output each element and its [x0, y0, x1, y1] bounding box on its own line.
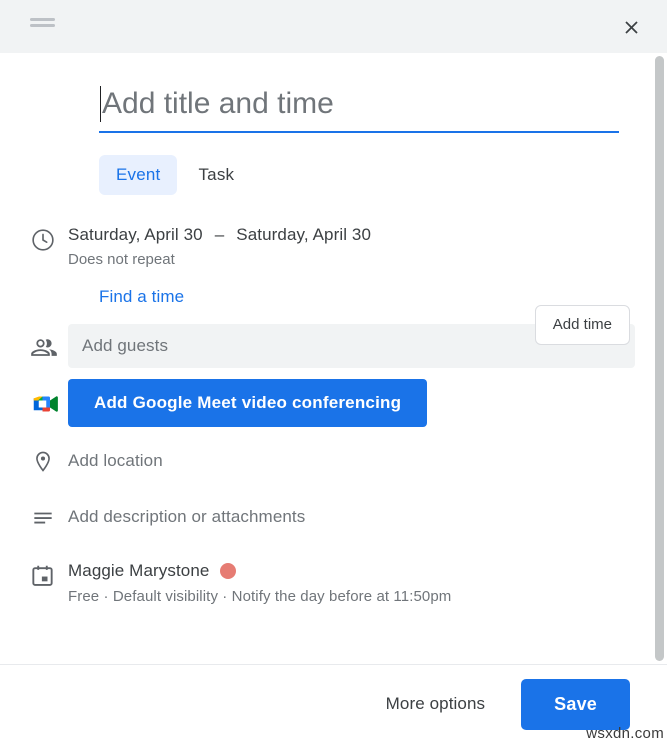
calendar-row: Maggie Marystone Free · Default visibili… — [0, 560, 667, 608]
description-lines-icon — [30, 503, 68, 531]
calendar-content: Maggie Marystone Free · Default visibili… — [68, 560, 667, 608]
dialog-footer: More options Save wsxdn.com — [0, 665, 667, 743]
title-input[interactable] — [99, 83, 619, 133]
description-content: Add description or attachments — [68, 506, 667, 528]
drag-handle-bar — [30, 24, 55, 27]
more-options-button[interactable]: More options — [380, 684, 491, 724]
event-create-dialog: Event Task Saturday, April 30 – Saturday… — [0, 0, 667, 743]
drag-handle-bar — [30, 18, 55, 21]
find-a-time-link[interactable]: Find a time — [99, 286, 184, 308]
add-description-input[interactable]: Add description or attachments — [68, 506, 667, 528]
location-pin-icon — [30, 447, 68, 475]
drag-handle-icon[interactable] — [30, 18, 55, 30]
location-content: Add location — [68, 450, 667, 472]
add-time-button[interactable]: Add time — [535, 305, 630, 345]
end-date[interactable]: Saturday, April 30 — [236, 223, 371, 247]
conference-row: Add Google Meet video conferencing — [0, 379, 667, 427]
clock-icon — [30, 223, 68, 253]
date-range: Saturday, April 30 – Saturday, April 30 — [68, 223, 667, 247]
tab-event[interactable]: Event — [99, 155, 177, 195]
calendar-color-dot[interactable] — [220, 563, 236, 579]
add-location-input[interactable]: Add location — [68, 450, 667, 472]
dialog-body: Event Task Saturday, April 30 – Saturday… — [0, 53, 667, 665]
event-task-tabs: Event Task — [99, 155, 667, 195]
dialog-header — [0, 0, 667, 53]
description-row: Add description or attachments — [0, 497, 667, 537]
text-caret — [100, 86, 101, 122]
google-meet-icon — [30, 387, 68, 419]
add-google-meet-button[interactable]: Add Google Meet video conferencing — [68, 379, 427, 427]
save-button[interactable]: Save — [521, 679, 630, 730]
date-dash: – — [215, 223, 225, 247]
owner-name[interactable]: Maggie Marystone — [68, 560, 209, 582]
start-date[interactable]: Saturday, April 30 — [68, 223, 203, 247]
calendar-icon — [30, 560, 68, 588]
people-icon — [30, 331, 68, 361]
vertical-scrollbar[interactable] — [652, 53, 667, 664]
title-field-wrapper — [99, 83, 619, 133]
when-row: Saturday, April 30 – Saturday, April 30 … — [0, 223, 667, 270]
calendar-meta[interactable]: Free · Default visibility · Notify the d… — [68, 586, 667, 608]
location-row: Add location — [0, 441, 667, 481]
close-icon[interactable] — [614, 10, 648, 44]
scrollbar-thumb[interactable] — [655, 56, 664, 661]
calendar-owner: Maggie Marystone — [68, 560, 667, 582]
tab-task[interactable]: Task — [181, 155, 251, 195]
when-content: Saturday, April 30 – Saturday, April 30 … — [68, 223, 667, 270]
repeat-selector[interactable]: Does not repeat — [68, 250, 667, 270]
conference-content: Add Google Meet video conferencing — [68, 379, 667, 427]
